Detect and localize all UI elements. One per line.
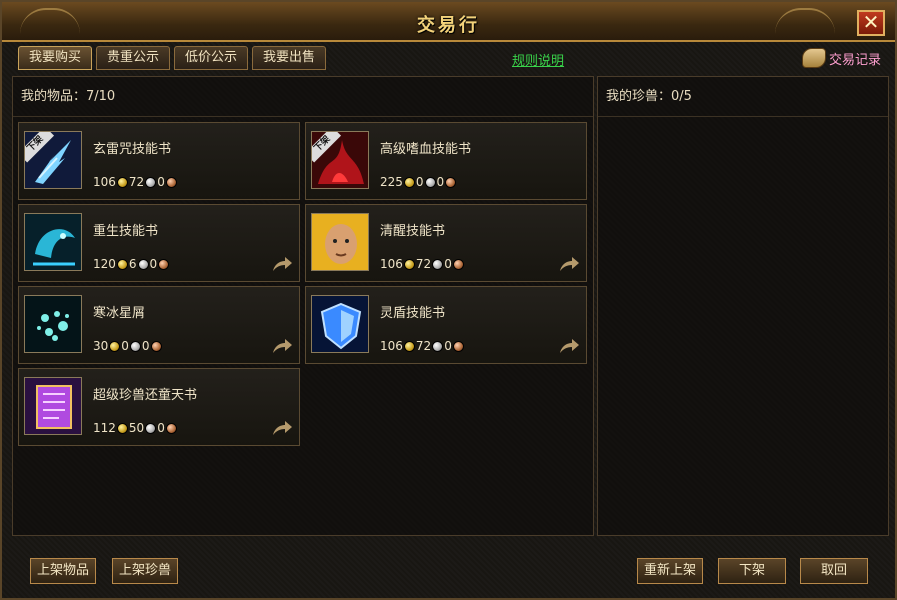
item-price: 106 72 0	[93, 175, 178, 189]
tab-valuable-notice[interactable]: 贵重公示	[96, 46, 171, 70]
item-slot[interactable]: 超级珍兽还童天书 112 50 0	[18, 368, 300, 446]
tab-lowprice-notice[interactable]: 低价公示	[174, 46, 249, 70]
gold-coin-icon	[116, 176, 128, 188]
copper-amount: 0	[444, 339, 452, 353]
share-arrow-icon[interactable]	[271, 419, 293, 437]
copper-amount: 0	[157, 175, 165, 189]
trade-history-label: 交易记录	[828, 52, 881, 68]
item-slot[interactable]: 清醒技能书 106 72 0	[305, 204, 587, 282]
copper-coin-icon	[452, 258, 464, 270]
copper-amount: 0	[444, 257, 452, 271]
gold-amount: 120	[93, 257, 116, 271]
silver-amount: 72	[128, 175, 145, 189]
gold-coin-icon	[403, 340, 415, 352]
item-slot[interactable]: 灵盾技能书 106 72 0	[305, 286, 587, 364]
copper-coin-icon	[158, 258, 170, 270]
copper-amount: 0	[141, 339, 150, 353]
silver-coin-icon	[137, 258, 149, 270]
copper-amount: 0	[149, 257, 158, 271]
gold-coin-icon	[403, 258, 415, 270]
lightning-skill-icon: 下架	[24, 131, 82, 189]
copper-coin-icon	[165, 176, 177, 188]
item-slot[interactable]: 寒冰星屑 30 0 0	[18, 286, 300, 364]
title-bar: 交易行 ✕	[2, 2, 895, 42]
scroll-book-icon	[24, 377, 82, 435]
list-pet-button[interactable]: 上架珍兽	[112, 558, 179, 584]
gold-coin-icon	[116, 258, 128, 270]
monk-portrait-icon	[311, 213, 369, 271]
item-name: 灵盾技能书	[380, 306, 446, 321]
close-button[interactable]: ✕	[857, 10, 885, 36]
gold-amount: 225	[380, 175, 403, 189]
copper-amount: 0	[436, 175, 445, 189]
delist-button[interactable]: 下架	[718, 558, 787, 584]
share-arrow-icon[interactable]	[558, 337, 580, 355]
item-price: 112 50 0	[93, 421, 178, 435]
tab-buy[interactable]: 我要购买	[18, 46, 93, 70]
item-name: 玄雷咒技能书	[93, 142, 172, 157]
my-pets-panel: 我的珍兽：0/5	[597, 76, 889, 536]
gold-amount: 112	[93, 421, 116, 435]
rebirth-skill-icon	[24, 213, 82, 271]
item-name: 重生技能书	[93, 224, 159, 239]
silver-coin-icon	[432, 340, 444, 352]
gold-amount: 106	[93, 175, 116, 189]
share-arrow-icon[interactable]	[558, 255, 580, 273]
gold-amount: 106	[380, 339, 403, 353]
my-items-header: 我的物品：7/10	[13, 77, 593, 117]
blood-skill-icon: 下架	[311, 131, 369, 189]
item-slot[interactable]: 下架 高级嗜血技能书 225 0 0	[305, 122, 587, 200]
fetch-button[interactable]: 取回	[800, 558, 869, 584]
item-price: 30 0 0	[93, 339, 163, 353]
gold-coin-icon	[116, 422, 128, 434]
silver-amount: 72	[415, 339, 432, 353]
share-arrow-icon[interactable]	[271, 337, 293, 355]
shield-skill-icon	[311, 295, 369, 353]
item-name: 超级珍兽还童天书	[93, 388, 198, 403]
silver-amount: 6	[128, 257, 137, 271]
rules-link[interactable]: 规则说明	[512, 50, 564, 69]
copper-coin-icon	[165, 422, 177, 434]
gold-coin-icon	[109, 340, 121, 352]
window-title: 交易行	[417, 15, 480, 36]
silver-coin-icon	[145, 176, 157, 188]
scroll-icon	[801, 48, 826, 68]
silver-coin-icon	[129, 340, 141, 352]
silver-coin-icon	[432, 258, 444, 270]
ice-stardust-icon	[24, 295, 82, 353]
silver-coin-icon	[145, 422, 157, 434]
copper-coin-icon	[445, 176, 457, 188]
item-name: 寒冰星屑	[93, 306, 146, 321]
my-pets-header: 我的珍兽：0/5	[598, 77, 888, 117]
copper-amount: 0	[157, 421, 165, 435]
tab-bar: 我要购买 贵重公示 低价公示 我要出售	[18, 46, 327, 70]
item-price: 106 72 0	[380, 257, 465, 271]
silver-amount: 50	[128, 421, 145, 435]
item-price: 120 6 0	[93, 257, 170, 271]
item-slot[interactable]: 下架 玄雷咒技能书 106 72 0	[18, 122, 300, 200]
silver-amount: 0	[415, 175, 424, 189]
gold-coin-icon	[403, 176, 415, 188]
tab-sell[interactable]: 我要出售	[252, 46, 327, 70]
item-price: 225 0 0	[380, 175, 457, 189]
copper-coin-icon	[150, 340, 162, 352]
list-item-button[interactable]: 上架物品	[30, 558, 97, 584]
item-price: 106 72 0	[380, 339, 465, 353]
item-slot[interactable]: 重生技能书 120 6 0	[18, 204, 300, 282]
trade-history-button[interactable]: 交易记录	[801, 48, 881, 68]
copper-coin-icon	[452, 340, 464, 352]
gold-amount: 30	[93, 339, 109, 353]
relist-button[interactable]: 重新上架	[637, 558, 704, 584]
silver-coin-icon	[424, 176, 436, 188]
item-name: 清醒技能书	[380, 224, 446, 239]
item-name: 高级嗜血技能书	[380, 142, 472, 157]
item-grid: 下架 玄雷咒技能书 106 72 0 下架 高级嗜血技能书 225 0 0 重生技能书 120 6 0 清醒…	[18, 122, 590, 452]
silver-amount: 72	[415, 257, 432, 271]
trade-window: 交易行 ✕ 我要购买 贵重公示 低价公示 我要出售 规则说明 交易记录 我的物品…	[0, 0, 897, 600]
gold-amount: 106	[380, 257, 403, 271]
silver-amount: 0	[121, 339, 129, 353]
share-arrow-icon[interactable]	[271, 255, 293, 273]
